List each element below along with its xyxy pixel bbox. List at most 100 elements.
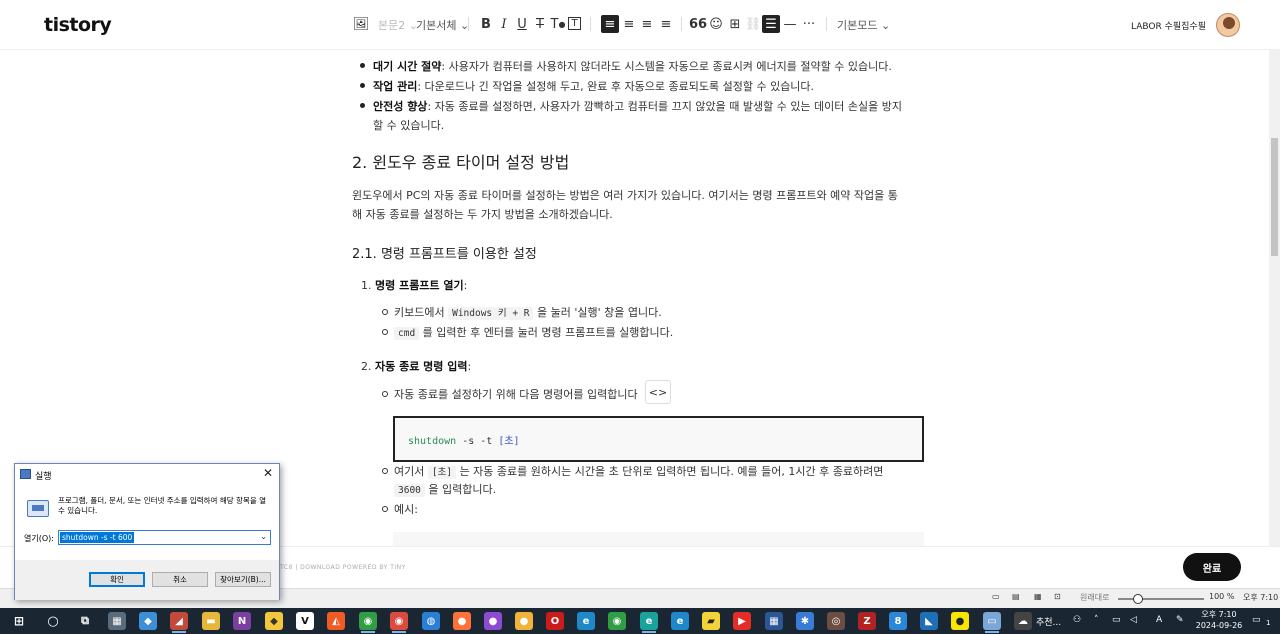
strikethrough-icon[interactable]: T	[531, 15, 549, 33]
quote-icon[interactable]: 66	[689, 15, 707, 33]
notes-icon[interactable]: ▰	[702, 612, 720, 630]
volume-icon[interactable]: ◁	[1130, 615, 1137, 625]
powered-by-text: TC8 | DOWNLOAD POWERED BY TINY	[280, 564, 406, 571]
file-explorer-icon[interactable]: ▬	[202, 612, 220, 630]
code-block[interactable]	[393, 532, 924, 546]
underline-icon[interactable]: U	[513, 15, 531, 33]
edge-icon[interactable]: e	[640, 612, 658, 633]
dialog-description: 프로그램, 폴더, 문서, 또는 인터넷 주소를 입력하여 해당 항목을 열 수…	[58, 496, 267, 515]
youtube-icon[interactable]: ▶	[733, 612, 751, 630]
edge-icon[interactable]: e	[577, 612, 595, 630]
list-item-continued: 3600 을 입력합니다.	[394, 481, 496, 497]
brave-icon[interactable]: ◭	[327, 612, 345, 630]
text-background-icon[interactable]: T	[568, 17, 581, 30]
web-view-icon[interactable]: ▦	[1034, 592, 1042, 601]
list-bullet	[382, 309, 388, 315]
table-icon[interactable]: ⊞	[726, 15, 744, 33]
open-label: 열기(O):	[24, 534, 54, 543]
chevron-up-icon[interactable]: ˄	[1094, 615, 1099, 625]
scrollbar-thumb[interactable]	[1271, 138, 1278, 256]
list-bullet	[360, 83, 365, 88]
emoji-icon[interactable]: ☺	[707, 15, 725, 33]
run-window-icon[interactable]: ▭	[983, 612, 1001, 633]
bulleted-list-icon[interactable]: ☰	[762, 15, 780, 33]
browse-button[interactable]: 찾아보기(B)...	[215, 572, 271, 587]
more-options-icon[interactable]: ···	[800, 15, 818, 33]
input-language[interactable]: A	[1156, 615, 1162, 625]
firefox-icon[interactable]: ●	[453, 612, 471, 630]
people-icon[interactable]: ⚇	[1073, 615, 1081, 625]
align-center-icon[interactable]: ≡	[620, 15, 638, 33]
windows-start-icon[interactable]: ⊞	[10, 612, 28, 630]
task-view-icon[interactable]: ⧉	[76, 612, 94, 630]
outlook-icon[interactable]: 8	[889, 612, 907, 630]
chrome-icon[interactable]: ◉	[608, 612, 626, 630]
print-icon[interactable]: ▭	[992, 592, 1000, 601]
list-item: 예시:	[394, 503, 418, 516]
weather-icon[interactable]: ☁	[1014, 612, 1032, 630]
focus-icon[interactable]: ⊡	[1054, 592, 1061, 601]
photos-icon[interactable]: ▦	[765, 612, 783, 630]
app-icon[interactable]: ●	[515, 612, 533, 630]
align-left-icon[interactable]: ≡	[601, 15, 619, 33]
opera-icon[interactable]: O	[546, 612, 564, 630]
app-icon[interactable]: ◎	[827, 612, 845, 630]
tistory-logo[interactable]: tistory	[44, 14, 112, 36]
avatar[interactable]	[1216, 13, 1240, 37]
italic-icon[interactable]: I	[495, 15, 513, 33]
vivaldi-icon[interactable]: V	[296, 612, 314, 630]
zoom-slider[interactable]	[1118, 594, 1204, 604]
globe-icon[interactable]: ◍	[422, 612, 440, 630]
horizontal-rule-icon[interactable]: —	[781, 15, 799, 33]
divider	[826, 17, 827, 31]
notification-icon[interactable]: ▭	[1252, 615, 1261, 625]
kakaotalk-icon[interactable]: ●	[951, 612, 969, 630]
network-icon[interactable]: ▭	[1112, 615, 1121, 625]
vscode-icon[interactable]: ◣	[920, 612, 938, 630]
ok-button[interactable]: 확인	[89, 572, 145, 587]
filezilla-icon[interactable]: Z	[858, 612, 876, 630]
search-icon[interactable]: ○	[44, 612, 62, 630]
chrome-icon[interactable]: ◉	[359, 612, 377, 633]
zoom-slider-knob[interactable]	[1133, 594, 1143, 604]
subsection-heading: 2.1. 명령 프롬프트를 이용한 설정	[352, 247, 537, 262]
scrollbar[interactable]	[1269, 50, 1280, 546]
taskbar-clock[interactable]: 오후 7:10 2024-09-26	[1193, 609, 1245, 631]
run-program-icon	[27, 500, 49, 517]
pen-icon[interactable]: ✎	[1176, 615, 1184, 625]
cancel-button[interactable]: 취소	[152, 572, 208, 587]
calculator-icon[interactable]: ▦	[108, 612, 126, 630]
divider	[590, 17, 591, 31]
text-color-icon[interactable]: T ●	[549, 15, 567, 33]
run-command-value[interactable]: shutdown -s -t 600	[60, 532, 135, 543]
chevron-down-icon[interactable]: ⌄	[260, 532, 267, 541]
sticky-notes-icon[interactable]: ◆	[265, 612, 283, 630]
run-command-input[interactable]: shutdown -s -t 600 ⌄	[58, 530, 271, 545]
user-name[interactable]: LABOR 수필집수필	[1131, 19, 1206, 32]
editor-mode-select[interactable]: 기본모드 ⌄	[837, 14, 890, 36]
code-block-icon[interactable]: <>	[645, 380, 671, 404]
align-right-icon[interactable]: ≡	[638, 15, 656, 33]
list-item: 작업 관리: 다운로드나 긴 작업을 설정해 두고, 완료 후 자동으로 종료되…	[373, 80, 815, 93]
onenote-icon[interactable]: N	[233, 612, 251, 630]
app-icon[interactable]: ✱	[796, 612, 814, 630]
bold-icon[interactable]: B	[477, 15, 495, 33]
done-button[interactable]: 완료	[1183, 553, 1241, 581]
list-item-continued: 할 수 있습니다.	[373, 119, 445, 132]
layout-icon[interactable]: ▤	[1012, 592, 1020, 601]
firefox-icon[interactable]: ●	[484, 612, 502, 630]
link-icon[interactable]: ⛓	[744, 15, 762, 33]
app-icon[interactable]: ◢	[170, 612, 188, 633]
app-icon[interactable]: ◆	[139, 612, 157, 630]
weather-text[interactable]: 추천...	[1036, 615, 1061, 628]
paragraph: 윈도우에서 PC의 자동 종료 타이머를 설정하는 방법은 여러 가지가 있습니…	[352, 189, 898, 202]
heading-select[interactable]: 본문2 ⌄	[378, 14, 418, 36]
image-insert-icon[interactable]: 🖼	[352, 15, 370, 33]
align-justify-icon[interactable]: ≡	[657, 15, 675, 33]
edge-icon[interactable]: e	[671, 612, 689, 630]
zoom-reset-label[interactable]: 원래대로	[1080, 592, 1109, 603]
chrome-icon[interactable]: ◉	[390, 612, 408, 633]
close-icon[interactable]: ✕	[263, 466, 273, 480]
code-block[interactable]: shutdown -s -t [초]	[393, 416, 924, 462]
font-select[interactable]: 기본서체 ⌄	[416, 14, 469, 36]
